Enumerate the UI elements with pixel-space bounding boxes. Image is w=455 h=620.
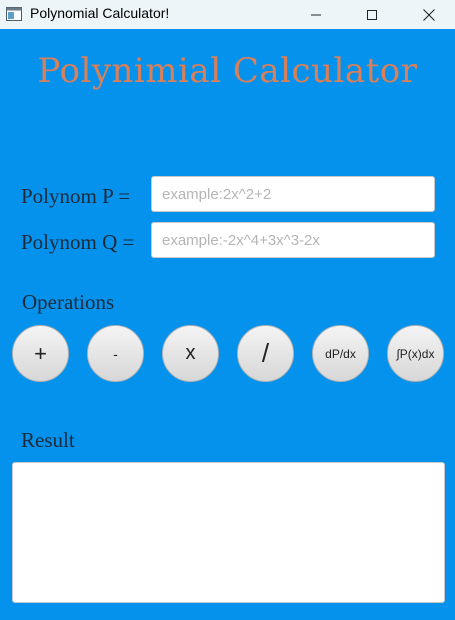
polynom-q-input[interactable] [151, 222, 435, 258]
result-label: Result [21, 428, 75, 452]
multiply-button-label: x [185, 342, 196, 364]
result-output[interactable] [12, 462, 445, 603]
divide-button-label: / [261, 338, 270, 368]
maximize-button[interactable] [349, 0, 395, 29]
minimize-icon [311, 14, 321, 15]
maximize-icon [367, 9, 377, 20]
multiply-button[interactable]: x [162, 325, 219, 382]
app-window-icon [6, 7, 22, 21]
polynom-p-label: Polynom P = [21, 184, 131, 208]
close-icon [423, 8, 435, 21]
minimize-button[interactable] [293, 0, 339, 29]
polynom-p-input[interactable] [151, 176, 435, 212]
integral-button-label: ∫P(x)dx [396, 346, 435, 361]
derivative-button-label: dP/dx [325, 346, 356, 361]
polynom-q-label: Polynom Q = [21, 230, 135, 254]
title-bar: Polynomial Calculator! [0, 0, 455, 29]
subtract-button[interactable]: - [87, 325, 144, 382]
integral-button[interactable]: ∫P(x)dx [387, 325, 444, 382]
operations-label: Operations [22, 290, 115, 314]
window-title: Polynomial Calculator! [30, 5, 170, 21]
subtract-button-label: - [113, 345, 118, 362]
divide-button[interactable]: / [237, 325, 294, 382]
derivative-button[interactable]: dP/dx [312, 325, 369, 382]
add-button-label: + [34, 340, 47, 366]
close-button[interactable] [406, 0, 452, 29]
app-heading: Polynimial Calculator [37, 51, 418, 91]
add-button[interactable]: + [12, 325, 69, 382]
main-panel: Polynimial Calculator Polynom P = Polyno… [0, 29, 455, 620]
